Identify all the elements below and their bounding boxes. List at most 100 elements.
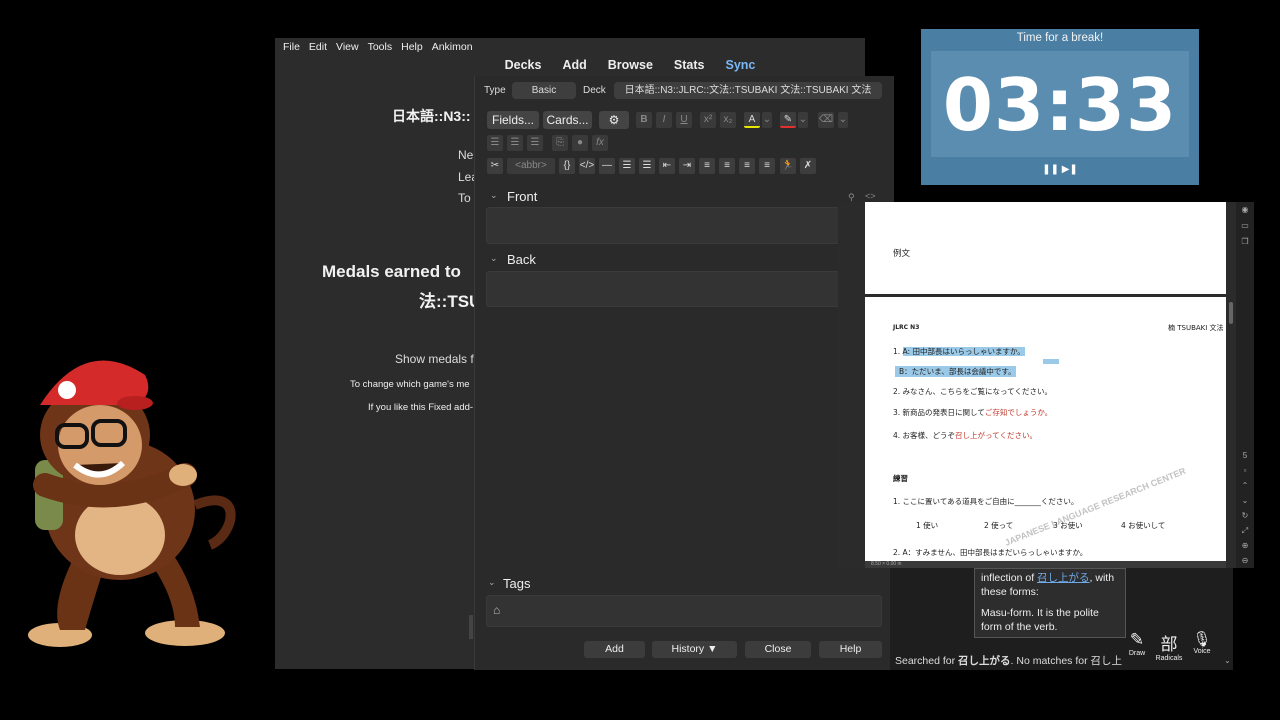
fields-button[interactable]: Fields... bbox=[487, 111, 539, 129]
timer-controls[interactable]: ❚❚ ▶❚ bbox=[921, 164, 1199, 175]
subscript-icon[interactable]: x₂ bbox=[720, 112, 736, 128]
zoom-out-icon[interactable]: ⊖ bbox=[1236, 556, 1254, 570]
pdf-tool-icon[interactable]: ◉ bbox=[1236, 205, 1254, 219]
align-center-icon[interactable]: ≡ bbox=[699, 158, 715, 174]
align-icon[interactable]: ☰ bbox=[527, 135, 543, 151]
toolbar-sync[interactable]: Sync bbox=[726, 58, 756, 78]
highlight-color-icon[interactable]: ✎ bbox=[780, 112, 796, 128]
menu-edit[interactable]: Edit bbox=[309, 41, 327, 53]
menu-bar: File Edit View Tools Help Ankimon bbox=[275, 38, 865, 56]
back-field[interactable] bbox=[486, 271, 882, 307]
toolbar-stats[interactable]: Stats bbox=[674, 58, 705, 78]
pdf-line: 3. 新商品の発表日に関してご存知でしょうか。 bbox=[893, 408, 1053, 417]
deck-title: 日本語::N3:: bbox=[392, 108, 471, 124]
dictionary-line: inflection of 召し上がる, with bbox=[981, 572, 1115, 584]
attach-icon[interactable]: ⎘ bbox=[552, 135, 568, 151]
voice-tool[interactable]: 🎙 Voice bbox=[1190, 630, 1214, 655]
chevron-down-icon[interactable]: ⌄ bbox=[488, 577, 496, 588]
bold-icon[interactable]: B bbox=[636, 112, 652, 128]
eraser-icon[interactable]: ⌫ bbox=[818, 112, 834, 128]
underline-icon[interactable]: U bbox=[676, 112, 692, 128]
chevron-down-icon[interactable]: ⌄ bbox=[1236, 496, 1254, 510]
pdf-scrollbar[interactable] bbox=[1227, 202, 1236, 568]
pdf-option: 4 お使いして bbox=[1121, 521, 1166, 530]
chevron-down-icon[interactable]: ⌄ bbox=[762, 112, 772, 128]
pdf-line: 1. A: 田中部長はいらっしゃいますか。 bbox=[893, 347, 1025, 356]
help-button[interactable]: Help bbox=[819, 641, 882, 658]
timer-title: Time for a break! bbox=[1016, 32, 1104, 44]
rotate-icon[interactable]: ↻ bbox=[1236, 511, 1254, 525]
hidden-button-edge bbox=[469, 615, 473, 639]
pdf-line: B：ただいま、部長は会議中です。 bbox=[895, 366, 1016, 377]
horizontal-rule-icon[interactable]: — bbox=[599, 158, 615, 174]
tags-field[interactable]: ⌂ bbox=[486, 595, 882, 627]
draw-tool[interactable]: ✎ Draw bbox=[1126, 630, 1148, 657]
pdf-tool-icon[interactable]: ▭ bbox=[1236, 221, 1254, 235]
fit-icon[interactable]: ⤢ bbox=[1236, 526, 1254, 540]
pdf-page-number-icon[interactable]: 5 bbox=[1236, 451, 1254, 465]
toolbar-add[interactable]: Add bbox=[562, 58, 586, 78]
menu-help[interactable]: Help bbox=[401, 41, 423, 53]
number-list-icon[interactable]: ☰ bbox=[639, 158, 655, 174]
align-left-icon[interactable]: ≡ bbox=[719, 158, 735, 174]
braces-icon[interactable]: {} bbox=[559, 158, 575, 174]
align-justify-icon[interactable]: ≡ bbox=[759, 158, 775, 174]
menu-ankimon[interactable]: Ankimon bbox=[432, 41, 473, 53]
cards-button[interactable]: Cards... bbox=[543, 111, 592, 129]
close-button[interactable]: Close bbox=[745, 641, 811, 658]
outdent-icon[interactable]: ⇤ bbox=[659, 158, 675, 174]
align-right-icon[interactable]: ≡ bbox=[739, 158, 755, 174]
pdf-line: 2. みなさん、こちらをご覧になってください。 bbox=[893, 387, 1052, 396]
gear-icon[interactable]: ⚙ bbox=[599, 111, 629, 129]
pdf-tool-icon[interactable]: ❐ bbox=[1236, 237, 1254, 251]
dictionary-line: form of the verb. bbox=[981, 621, 1058, 633]
run-cross-icon[interactable]: ✗ bbox=[800, 158, 816, 174]
unordered-list-icon[interactable]: ☰ bbox=[487, 135, 503, 151]
ordered-list-icon[interactable]: ☰ bbox=[507, 135, 523, 151]
cloze-icon[interactable]: ✂ bbox=[487, 158, 503, 174]
pdf-header-right: 楠 TSUBAKI 文法 bbox=[1168, 324, 1224, 332]
timer-time: 03:33 bbox=[942, 63, 1178, 147]
add-button[interactable]: Add bbox=[584, 641, 645, 658]
function-icon[interactable]: fx bbox=[592, 135, 608, 151]
menu-file[interactable]: File bbox=[283, 41, 300, 53]
italic-icon[interactable]: I bbox=[656, 112, 672, 128]
indent-icon[interactable]: ⇥ bbox=[679, 158, 695, 174]
chevron-down-icon[interactable]: ⌄ bbox=[490, 190, 498, 201]
radical-icon: 部 bbox=[1160, 635, 1178, 654]
dictionary-link[interactable]: 召し上がる bbox=[1037, 572, 1090, 584]
abbr-button[interactable]: <abbr> bbox=[507, 158, 555, 174]
microphone-icon[interactable]: ● bbox=[572, 135, 588, 151]
pdf-line: 4. お客様、どうぞ召し上がってください。 bbox=[893, 431, 1037, 440]
deck-selector[interactable]: 日本語::N3::JLRC::文法::TSUBAKI 文法::TSUBAKI 文… bbox=[614, 82, 882, 99]
main-toolbar: Decks Add Browse Stats Sync bbox=[275, 58, 865, 78]
toolbar-browse[interactable]: Browse bbox=[608, 58, 653, 78]
monkey-avatar bbox=[28, 360, 236, 647]
microphone-icon: 🎙 bbox=[1192, 631, 1212, 648]
text-color-icon[interactable]: A bbox=[744, 112, 760, 128]
chevron-down-icon[interactable]: ⌄ bbox=[798, 112, 808, 128]
history-button[interactable]: History ▼ bbox=[652, 641, 737, 658]
bullet-list-icon[interactable]: ☰ bbox=[619, 158, 635, 174]
chevron-down-icon[interactable]: ⌄ bbox=[838, 112, 848, 128]
html-editor-icon[interactable]: <> bbox=[865, 191, 876, 201]
chevron-down-icon[interactable]: ⌄ bbox=[1224, 656, 1231, 665]
menu-tools[interactable]: Tools bbox=[368, 41, 393, 53]
zoom-in-icon[interactable]: ⊕ bbox=[1236, 541, 1254, 555]
radicals-tool[interactable]: 部 Radicals bbox=[1154, 630, 1184, 662]
toolbar-decks[interactable]: Decks bbox=[505, 58, 542, 78]
break-timer: Time for a break! 03:33 ❚❚ ▶❚ bbox=[921, 29, 1199, 185]
chevron-up-icon[interactable]: ⌃ bbox=[1236, 481, 1254, 495]
pdf-tool-icon[interactable]: ▫ bbox=[1236, 466, 1254, 480]
chevron-down-icon[interactable]: ⌄ bbox=[490, 253, 498, 264]
front-field[interactable] bbox=[486, 207, 882, 244]
pdf-scroll-thumb[interactable] bbox=[1229, 302, 1233, 324]
pdf-status-bar: 8.50 × 0.00 in bbox=[865, 561, 1226, 568]
menu-view[interactable]: View bbox=[336, 41, 359, 53]
notetype-selector[interactable]: Basic bbox=[512, 82, 576, 99]
run-icon[interactable]: 🏃 bbox=[780, 158, 796, 174]
superscript-icon[interactable]: x² bbox=[700, 112, 716, 128]
medals-title-deck: 法::TSU bbox=[419, 292, 482, 311]
change-game-text: To change which game's me bbox=[350, 379, 470, 390]
code-icon[interactable]: </> bbox=[579, 158, 595, 174]
